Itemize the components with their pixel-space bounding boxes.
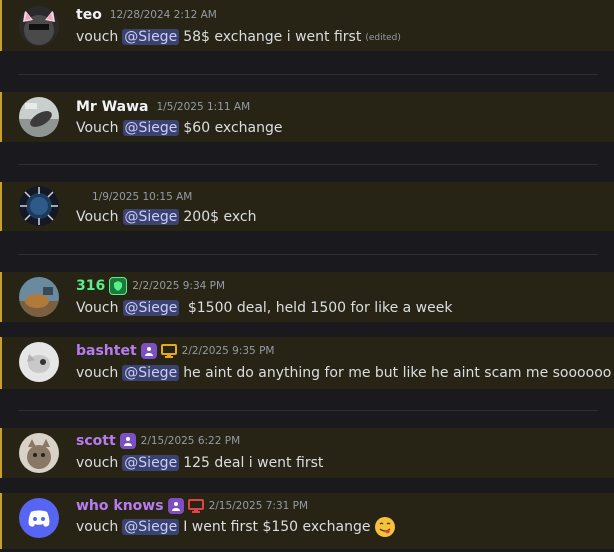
timestamp: 1/5/2025 1:11 AM [156,101,251,113]
username[interactable]: scott [76,433,116,449]
avatar[interactable] [19,498,59,538]
timestamp: 2/2/2025 9:34 PM [132,280,226,292]
message-prefix: Vouch [76,209,119,225]
yum-face-emoji-icon [374,516,396,538]
message-text: I went first $150 exchange [183,519,371,535]
message-text: $60 exchange [183,120,283,136]
message-item[interactable]: 1/9/2025 10:15 AM Vouch @Siege 200$ exch [0,182,614,231]
message-text: 58$ exchange i went first [183,29,362,45]
timestamp: 2/15/2025 6:22 PM [140,435,241,447]
cat-photo-avatar-icon [19,433,59,473]
user-mention[interactable]: @Siege [122,209,180,225]
photo-avatar-icon [19,342,59,382]
avatar[interactable] [19,186,59,226]
message-content: vouch @Siege 125 deal i went first [76,453,323,473]
message-item[interactable]: who knows 2/15/2025 7:31 PM vouch @Siege… [0,493,614,549]
message-content: Vouch @Siege $1500 deal, held 1500 for l… [76,298,452,318]
user-mention[interactable]: @Siege [122,365,180,381]
message-content: vouch @Siege he aint do anything for me … [76,363,611,383]
message-item[interactable]: bashtet 2/2/2025 9:35 PM vouch @Siege he… [0,337,614,389]
purple-person-icon [119,433,136,449]
avatar[interactable] [19,342,59,382]
green-shield-icon [109,277,128,295]
user-mention[interactable]: @Siege [122,120,180,136]
user-mention[interactable]: @Siege [122,29,180,45]
user-mention[interactable]: @Siege [122,300,180,316]
message-content: Vouch @Siege 200$ exch [76,207,256,227]
user-mention[interactable]: @Siege [122,455,180,471]
username[interactable]: 316 [76,278,105,294]
timestamp: 1/9/2025 10:15 AM [92,191,193,203]
avatar[interactable] [19,97,59,137]
avatar[interactable] [19,433,59,473]
photo-avatar-icon [19,97,59,137]
spiked-orb-avatar-icon [19,186,59,226]
edited-label: (edited) [365,33,401,43]
user-mention[interactable]: @Siege [122,519,180,535]
message-content: Vouch @Siege $60 exchange [76,118,283,138]
avatar[interactable] [19,277,59,317]
red-monitor-icon [187,498,204,514]
message-prefix: Vouch [76,120,119,136]
message-content: vouch @Siege 58$ exchange i went first (… [76,27,401,47]
cat-ears-avatar-icon [19,6,59,46]
timestamp: 12/28/2024 2:12 AM [109,9,217,21]
divider [18,74,598,75]
message-feed: teo 12/28/2024 2:12 AM vouch @Siege 58$ … [0,0,614,552]
message-text: he aint do anything for me but like he a… [183,365,612,381]
username[interactable]: teo [76,7,102,23]
discord-default-avatar-icon [19,498,59,538]
timestamp: 2/15/2025 7:31 PM [208,500,309,512]
message-text: $1500 deal, held 1500 for like a week [183,300,453,316]
purple-person-icon [167,498,184,514]
message-text: 125 deal i went first [183,455,324,471]
message-item[interactable]: Mr Wawa 1/5/2025 1:11 AM Vouch @Siege $6… [0,92,614,142]
yellow-monitor-icon [160,343,177,359]
message-item[interactable]: scott 2/15/2025 6:22 PM vouch @Siege 125… [0,428,614,478]
avatar[interactable] [19,6,59,46]
message-prefix: vouch [76,365,119,381]
message-prefix: vouch [76,29,119,45]
username[interactable]: bashtet [76,343,137,359]
message-item[interactable]: 316 2/2/2025 9:34 PM Vouch @Siege $1500 … [0,272,614,322]
photo-avatar-icon [19,277,59,317]
message-prefix: vouch [76,455,119,471]
divider [18,254,598,255]
username[interactable]: Mr Wawa [76,99,148,115]
message-prefix: vouch [76,519,119,535]
timestamp: 2/2/2025 9:35 PM [181,345,275,357]
message-item[interactable]: teo 12/28/2024 2:12 AM vouch @Siege 58$ … [0,0,614,51]
message-content: vouch @Siege I went first $150 exchange [76,517,396,537]
message-prefix: Vouch [76,300,119,316]
divider [18,410,598,411]
username[interactable]: who knows [76,498,164,514]
purple-person-icon [140,343,157,359]
divider [18,164,598,165]
message-text: 200$ exch [183,209,257,225]
